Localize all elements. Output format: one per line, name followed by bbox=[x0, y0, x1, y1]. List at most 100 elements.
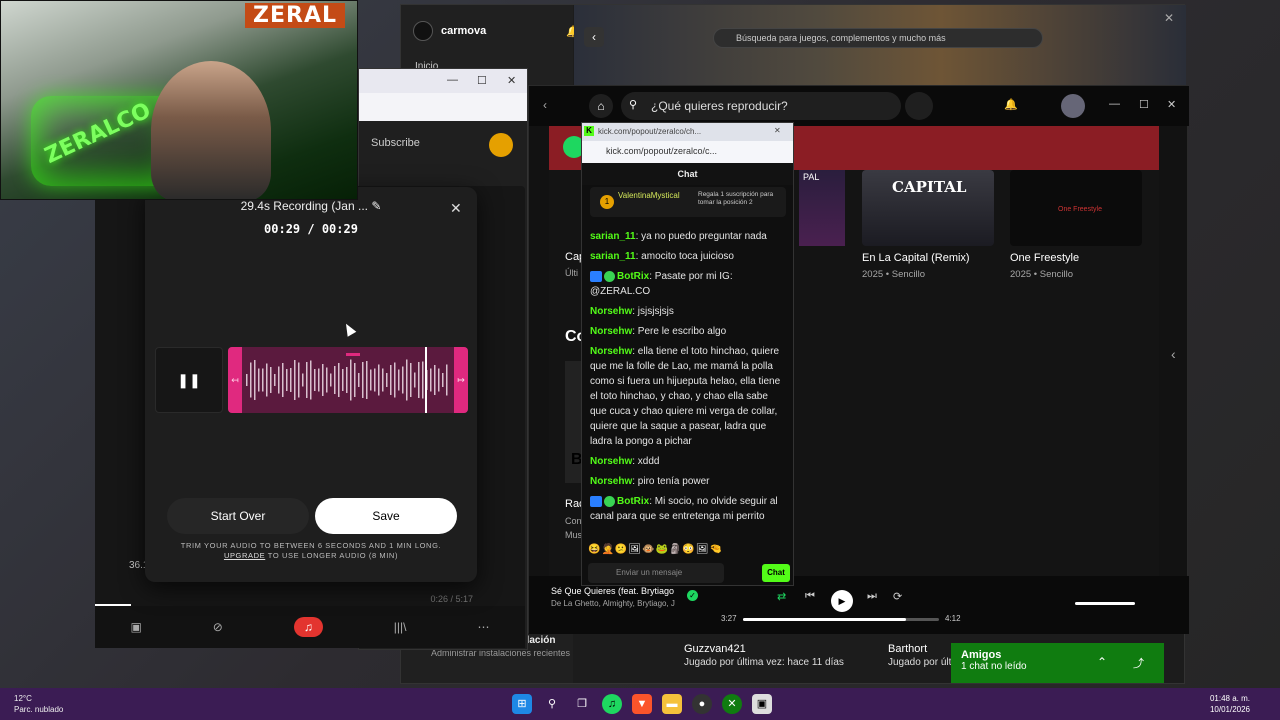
nav-home-icon[interactable]: ▣ bbox=[130, 620, 141, 634]
close-icon[interactable]: ✕ bbox=[1164, 11, 1174, 25]
save-button[interactable]: Save bbox=[315, 498, 457, 534]
nav-library-icon[interactable]: |||\ bbox=[394, 620, 407, 634]
chat-username[interactable]: Norsehw bbox=[590, 306, 632, 317]
release-card[interactable]: One Freestyle One Freestyle 2025 • Senci… bbox=[1010, 170, 1142, 280]
waveform-bar bbox=[326, 367, 328, 393]
github-icon[interactable]: ● bbox=[692, 694, 712, 714]
back-icon[interactable]: ‹ bbox=[543, 98, 547, 112]
start-over-button[interactable]: Start Over bbox=[167, 498, 309, 534]
send-chat-button[interactable]: Chat bbox=[762, 564, 790, 582]
repeat-icon[interactable]: ⟳ bbox=[893, 590, 902, 603]
now-playing-info[interactable]: Sé Que Quieres (feat. Brytiago De La Ghe… bbox=[551, 586, 701, 608]
track-artists: De La Ghetto, Almighty, Brytiago, J bbox=[551, 599, 675, 608]
nav-more-icon[interactable]: ⋯ bbox=[477, 620, 489, 634]
playhead[interactable] bbox=[425, 347, 427, 413]
weather-widget[interactable]: 12°C Parc. nublado bbox=[14, 693, 63, 715]
verified-badge-icon bbox=[604, 495, 615, 507]
home-icon[interactable]: ⌂ bbox=[589, 94, 613, 118]
volume-slider[interactable] bbox=[1075, 602, 1135, 605]
playback-progress[interactable] bbox=[743, 618, 939, 621]
external-link-icon[interactable]: ⤴ bbox=[1133, 655, 1144, 671]
clock[interactable]: 01:48 a. m. 10/01/2026 bbox=[1210, 693, 1250, 715]
nav-explore-icon[interactable]: ⊘ bbox=[213, 620, 223, 634]
close-icon[interactable]: ✕ bbox=[450, 200, 462, 217]
play-icon[interactable]: ▶ bbox=[831, 590, 853, 612]
chat-username[interactable]: sarian_11 bbox=[590, 251, 636, 262]
saved-icon[interactable]: ✓ bbox=[687, 590, 698, 601]
bell-icon[interactable]: 🔔 bbox=[1004, 98, 1018, 111]
chevron-left-icon[interactable]: ‹ bbox=[1171, 346, 1176, 362]
trim-start-handle[interactable]: ↤ bbox=[228, 347, 242, 413]
recording-title[interactable]: 29.4s Recording (Jan ... ✎ bbox=[145, 199, 477, 213]
minimize-icon[interactable]: — bbox=[447, 74, 458, 86]
app-icon[interactable]: ▣ bbox=[752, 694, 772, 714]
avatar[interactable] bbox=[1061, 94, 1085, 118]
task-view-icon[interactable]: ❐ bbox=[572, 694, 592, 714]
waveform-bar bbox=[274, 374, 276, 386]
pinned-gifter[interactable]: 1 ValentinaMystical Regala 1 suscripción… bbox=[590, 187, 786, 217]
xbox-icon[interactable]: ✕ bbox=[722, 694, 742, 714]
edit-icon[interactable]: ✎ bbox=[371, 199, 381, 213]
spotify-topbar: ‹ ⌂ ¿Qué quieres reproducir? ⚲ 🔔 — ☐ ✕ bbox=[529, 86, 1189, 126]
search-icon[interactable]: ⚲ bbox=[542, 694, 562, 714]
waveform-bar bbox=[358, 373, 360, 387]
minimize-icon[interactable]: — bbox=[1109, 98, 1120, 110]
waveform-bar bbox=[446, 364, 448, 396]
next-icon[interactable]: ⏭ bbox=[867, 590, 877, 603]
weather-desc: Parc. nublado bbox=[14, 705, 64, 714]
maximize-icon[interactable]: ☐ bbox=[1139, 98, 1149, 111]
brave-icon[interactable]: ▼ bbox=[632, 694, 652, 714]
start-icon[interactable]: ⊞ bbox=[512, 694, 532, 714]
close-icon[interactable]: ✕ bbox=[1167, 98, 1176, 111]
chat-input[interactable]: Enviar un mensaje bbox=[588, 563, 724, 583]
friend-card[interactable]: Guzzvan421 Jugado por última vez: hace 1… bbox=[684, 643, 884, 689]
chevron-up-icon[interactable]: ⌃ bbox=[1097, 655, 1107, 669]
chat-username[interactable]: BotRix bbox=[617, 271, 649, 282]
subscribe-button[interactable]: Subscribe bbox=[371, 137, 420, 149]
xbox-search-input[interactable]: Búsqueda para juegos, complementos y muc… bbox=[713, 28, 1043, 48]
url-bar[interactable]: kick.com/popout/zeralco/c... bbox=[582, 141, 793, 163]
chat-message: Norsehw: piro tenía power bbox=[590, 476, 710, 487]
waveform-trimmer[interactable]: ↤ ↦ bbox=[228, 347, 468, 413]
maximize-icon[interactable]: ☐ bbox=[477, 74, 487, 87]
chat-username[interactable]: BotRix bbox=[617, 496, 649, 507]
release-card[interactable]: CAPITAL En La Capital (Remix) 2025 • Sen… bbox=[862, 170, 994, 280]
close-icon[interactable]: ✕ bbox=[507, 74, 516, 87]
chat-text: ya no puedo preguntar nada bbox=[641, 231, 767, 242]
back-button[interactable]: ‹ bbox=[584, 27, 604, 47]
folder-icon[interactable]: ▬ bbox=[662, 694, 682, 714]
chat-message: BotRix: Pasate por mi IG: @ZERAL.CO bbox=[590, 270, 733, 297]
previous-icon[interactable]: ⏮ bbox=[805, 590, 815, 603]
close-icon[interactable]: ✕ bbox=[774, 126, 781, 135]
waveform-bar bbox=[422, 361, 424, 399]
spotify-icon[interactable]: ♫ bbox=[602, 694, 622, 714]
pause-button[interactable]: ❚❚ bbox=[155, 347, 223, 413]
chat-username[interactable]: Norsehw bbox=[590, 456, 632, 467]
trim-end-handle[interactable]: ↦ bbox=[454, 347, 468, 413]
album-art: CAPITAL bbox=[862, 170, 994, 246]
album-art[interactable]: PAL bbox=[799, 170, 845, 246]
shuffle-icon[interactable]: ⇄ bbox=[777, 590, 786, 603]
toast-title: Amigos bbox=[961, 649, 1002, 661]
chat-username[interactable]: Norsehw bbox=[590, 326, 632, 337]
waveform-bar bbox=[402, 366, 404, 394]
avatar[interactable] bbox=[489, 133, 513, 157]
bot-badge-icon bbox=[590, 495, 602, 507]
chat-text: amocito toca juicioso bbox=[641, 251, 734, 262]
browse-icon[interactable] bbox=[905, 92, 933, 120]
chat-username[interactable]: Norsehw bbox=[590, 476, 632, 487]
chat-message: Norsehw: ella tiene el toto hinchao, qui… bbox=[590, 346, 781, 447]
nav-music-icon[interactable]: ♫ bbox=[293, 617, 323, 637]
spotify-search-input[interactable]: ¿Qué quieres reproducir? bbox=[621, 92, 901, 120]
waveform-bar bbox=[410, 363, 412, 397]
recording-timer: 00:29 / 00:29 bbox=[264, 222, 358, 236]
chat-username[interactable]: Norsehw bbox=[590, 346, 632, 357]
upgrade-link[interactable]: UPGRADE bbox=[224, 551, 265, 560]
waveform-bar bbox=[362, 362, 364, 398]
xbox-user[interactable]: carmova 🔔 bbox=[413, 21, 580, 41]
kick-logo-icon: K bbox=[584, 126, 594, 136]
chat-username[interactable]: sarian_11 bbox=[590, 231, 636, 242]
friends-toast[interactable]: Amigos 1 chat no leído ⌃ ⤴ bbox=[951, 643, 1164, 683]
emote-bar[interactable]: 😆🤦😕🖼🐵🐸🗿😳🖼🤏 bbox=[588, 544, 723, 555]
chat-text: piro tenía power bbox=[637, 476, 710, 487]
